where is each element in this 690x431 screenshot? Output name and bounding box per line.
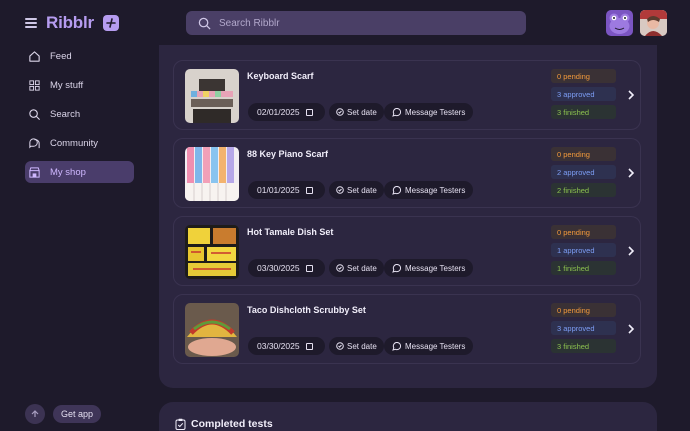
grid-icon (29, 79, 40, 91)
check-circle-icon (336, 264, 344, 272)
message-testers-button[interactable]: Message Testers (384, 103, 474, 121)
chat-bubbles-icon (29, 137, 40, 148)
pending-count-badge: 0 pending (551, 225, 616, 239)
set-date-button[interactable]: Set date (329, 103, 384, 121)
message-icon (392, 341, 401, 351)
product-thumbnail (185, 303, 239, 357)
chevron-right-icon[interactable] (626, 167, 636, 179)
test-title: Hot Tamale Dish Set (247, 227, 334, 237)
pending-count-badge: 0 pending (551, 69, 616, 83)
search-icon (29, 108, 41, 120)
finished-count-badge: 1 finished (551, 261, 616, 275)
message-testers-button[interactable]: Message Testers (384, 259, 474, 277)
sidebar-item-label: My shop (50, 166, 86, 178)
set-date-label: Set date (347, 185, 377, 195)
message-testers-button[interactable]: Message Testers (384, 337, 474, 355)
search-bar[interactable] (186, 11, 526, 35)
check-circle-icon (336, 186, 344, 194)
clipboard-check-icon (175, 418, 186, 430)
test-card[interactable]: 88 Key Piano Scarf 01/01/2025 Set date M… (173, 138, 641, 208)
set-date-button[interactable]: Set date (329, 181, 384, 199)
calendar-icon (305, 342, 313, 350)
sidebar-item-label: My stuff (50, 79, 84, 91)
sidebar-item-label: Search (50, 108, 81, 120)
app-logo-text[interactable]: Ribblr (46, 13, 94, 33)
date-picker[interactable]: 03/30/2025 (248, 337, 325, 355)
pending-count-badge: 0 pending (551, 147, 616, 161)
finished-count-badge: 3 finished (551, 105, 616, 119)
approved-count-badge: 1 approved (551, 243, 616, 257)
message-testers-label: Message Testers (405, 107, 466, 117)
date-value: 02/01/2025 (257, 107, 300, 117)
check-circle-icon (336, 108, 344, 116)
set-date-button[interactable]: Set date (329, 259, 384, 277)
message-testers-button[interactable]: Message Testers (384, 181, 474, 199)
calendar-icon (305, 264, 313, 272)
test-title: Keyboard Scarf (247, 71, 314, 81)
set-date-button[interactable]: Set date (329, 337, 384, 355)
home-icon (29, 50, 40, 62)
date-value: 03/30/2025 (257, 263, 300, 273)
message-icon (392, 185, 401, 195)
message-testers-label: Message Testers (405, 185, 466, 195)
search-input[interactable] (219, 17, 499, 29)
sidebar-item-label: Community (50, 137, 99, 149)
message-icon (392, 107, 401, 117)
calendar-icon (305, 186, 313, 194)
frog-avatar[interactable] (606, 10, 633, 36)
test-title: Taco Dishcloth Scrubby Set (247, 305, 366, 315)
hamburger-menu-icon[interactable] (25, 18, 37, 28)
test-card[interactable]: Keyboard Scarf 02/01/2025 Set date Messa… (173, 60, 641, 130)
completed-tests-section: Completed tests (159, 402, 657, 431)
test-title: 88 Key Piano Scarf (247, 149, 329, 159)
set-date-label: Set date (347, 263, 377, 273)
date-picker[interactable]: 03/30/2025 (248, 259, 325, 277)
date-picker[interactable]: 02/01/2025 (248, 103, 325, 121)
set-date-label: Set date (347, 341, 377, 351)
search-icon (198, 17, 211, 30)
sidebar-item-my-stuff[interactable]: My stuff (25, 74, 134, 96)
get-app-button[interactable]: Get app (53, 405, 102, 423)
completed-tests-header[interactable]: Completed tests (175, 418, 273, 430)
message-icon (392, 263, 401, 273)
approved-count-badge: 3 approved (551, 87, 616, 101)
sidebar-nav: Feed My stuff Search Community My shop (25, 45, 134, 190)
pending-count-badge: 0 pending (551, 303, 616, 317)
message-testers-label: Message Testers (405, 341, 466, 351)
date-value: 03/30/2025 (257, 341, 300, 351)
check-circle-icon (336, 342, 344, 350)
get-app-arrow-icon[interactable] (25, 404, 45, 424)
sidebar-item-community[interactable]: Community (25, 132, 134, 154)
chevron-right-icon[interactable] (626, 245, 636, 257)
test-card[interactable]: Taco Dishcloth Scrubby Set 03/30/2025 Se… (173, 294, 641, 364)
finished-count-badge: 2 finished (551, 183, 616, 197)
product-thumbnail (185, 225, 239, 279)
shop-icon (29, 166, 40, 178)
finished-count-badge: 3 finished (551, 339, 616, 353)
ribblr-logo-icon (102, 15, 119, 31)
date-value: 01/01/2025 (257, 185, 300, 195)
approved-count-badge: 3 approved (551, 321, 616, 335)
calendar-icon (305, 108, 313, 116)
chevron-right-icon[interactable] (626, 323, 636, 335)
get-app-area: Get app (25, 404, 102, 424)
user-avatar[interactable] (640, 10, 667, 36)
date-picker[interactable]: 01/01/2025 (248, 181, 325, 199)
sidebar-item-my-shop[interactable]: My shop (25, 161, 134, 183)
sidebar: Ribblr Feed My stuff Search Community My… (0, 0, 148, 431)
approved-count-badge: 2 approved (551, 165, 616, 179)
sidebar-item-label: Feed (50, 50, 72, 62)
product-thumbnail (185, 147, 239, 201)
sidebar-item-feed[interactable]: Feed (25, 45, 134, 67)
message-testers-label: Message Testers (405, 263, 466, 273)
sidebar-item-search[interactable]: Search (25, 103, 134, 125)
test-card[interactable]: Hot Tamale Dish Set 03/30/2025 Set date … (173, 216, 641, 286)
completed-tests-title: Completed tests (191, 418, 273, 430)
brand: Ribblr (25, 13, 119, 33)
chevron-right-icon[interactable] (626, 89, 636, 101)
product-thumbnail (185, 69, 239, 123)
set-date-label: Set date (347, 107, 377, 117)
